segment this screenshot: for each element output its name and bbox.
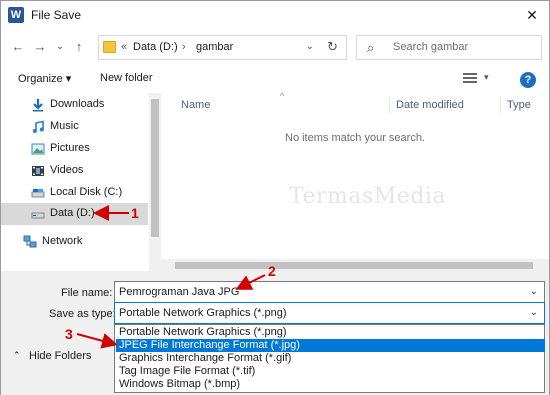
sidebar-item-downloads[interactable]: Downloads <box>1 94 148 116</box>
organize-button[interactable]: Organize ▾ <box>18 72 71 85</box>
videos-icon <box>32 166 44 176</box>
view-dropdown-icon[interactable]: ▾ <box>484 72 489 83</box>
sidebar-item-label: Data (D:) <box>50 207 95 219</box>
sidebar-item-label: Local Disk (C:) <box>50 186 123 198</box>
window-title: File Save <box>31 8 82 22</box>
column-header-type[interactable]: Type <box>507 99 531 111</box>
refresh-icon[interactable]: ↻ <box>327 39 338 55</box>
search-box[interactable]: ⌕ Search gambar <box>356 35 542 60</box>
file-type-option-jpg[interactable]: JPEG File Interchange Format (*.jpg) <box>116 339 545 352</box>
column-divider[interactable] <box>500 97 501 113</box>
word-app-icon: W <box>8 7 24 23</box>
pictures-icon <box>31 143 45 155</box>
address-bar[interactable]: « Data (D:) › gambar ⌄ ↻ <box>98 35 347 60</box>
horizontal-scrollbar[interactable] <box>161 259 549 271</box>
chevron-up-icon: ⌃ <box>13 350 21 360</box>
back-button[interactable]: ← <box>9 37 27 57</box>
file-type-option-tif[interactable]: Tag Image File Format (*.tif) <box>116 365 545 378</box>
watermark: TermasMedia <box>289 184 447 209</box>
local-disk-icon <box>31 189 45 198</box>
sidebar-item-music[interactable]: Music <box>1 116 148 138</box>
search-placeholder: Search gambar <box>393 41 469 53</box>
file-name-value: Pemrograman Java JPG <box>119 286 240 298</box>
file-name-dropdown-icon[interactable]: ⌄ <box>530 286 538 297</box>
network-icon <box>23 235 37 248</box>
save-as-type-label: Save as type: <box>49 308 116 320</box>
file-list: ^ Name Date modified Type No items match… <box>161 91 549 271</box>
forward-button[interactable]: → <box>31 37 49 57</box>
sort-ascending-icon: ^ <box>280 91 285 101</box>
navigation-scrollbar[interactable] <box>149 93 161 271</box>
sidebar-item-label: Pictures <box>50 142 90 154</box>
toolbar: Organize ▾ New folder ▾ ? <box>1 65 549 93</box>
sidebar-item-label: Network <box>42 235 83 247</box>
address-dropdown-icon[interactable]: ⌄ <box>306 41 314 52</box>
save-as-type-dropdown-icon[interactable]: ⌄ <box>530 307 538 318</box>
help-icon[interactable]: ? <box>520 72 536 88</box>
annotation-marker-1: 1 <box>131 205 139 221</box>
sidebar-item-label: Music <box>50 120 79 132</box>
navigation-pane: Downloads Music Pictures Videos Local Di… <box>1 93 161 271</box>
file-save-dialog: W File Save ✕ ← → ⌄ ↑ « Data (D:) › gamb… <box>0 0 550 395</box>
save-as-type-select[interactable]: Portable Network Graphics (*.png) ⌄ <box>114 302 545 324</box>
annotation-marker-3: 3 <box>65 326 73 342</box>
new-folder-button[interactable]: New folder <box>100 72 153 84</box>
file-type-option-png[interactable]: Portable Network Graphics (*.png) <box>116 326 545 339</box>
save-as-type-value: Portable Network Graphics (*.png) <box>119 307 287 319</box>
hide-folders-label: Hide Folders <box>29 350 92 362</box>
address-overflow[interactable]: « <box>121 41 127 53</box>
folder-icon <box>103 41 116 53</box>
sidebar-item-videos[interactable]: Videos <box>1 160 148 182</box>
breadcrumb-gambar[interactable]: gambar <box>196 41 233 53</box>
breadcrumb-separator[interactable]: › <box>182 41 186 53</box>
sidebar-item-label: Downloads <box>50 98 105 110</box>
file-type-option-gif[interactable]: Graphics Interchange Format (*.gif) <box>116 352 545 365</box>
column-header-name[interactable]: Name <box>181 99 210 111</box>
sidebar-item-pictures[interactable]: Pictures <box>1 138 148 160</box>
up-button[interactable]: ↑ <box>70 37 88 57</box>
close-button[interactable]: ✕ <box>521 4 543 26</box>
empty-message: No items match your search. <box>285 132 425 144</box>
search-icon: ⌕ <box>367 40 375 55</box>
navigation-scrollbar-thumb[interactable] <box>151 99 159 237</box>
download-icon <box>33 99 43 112</box>
horizontal-scrollbar-thumb[interactable] <box>175 262 533 269</box>
sidebar-item-local-disk-c[interactable]: Local Disk (C:) <box>1 182 148 204</box>
navigation-row: ← → ⌄ ↑ « Data (D:) › gambar ⌄ ↻ ⌕ Searc… <box>1 31 549 63</box>
file-type-option-bmp[interactable]: Windows Bitmap (*.bmp) <box>116 378 545 391</box>
title-bar: W File Save ✕ <box>1 1 549 29</box>
sidebar-item-data-d[interactable]: Data (D:) <box>1 203 148 225</box>
music-icon <box>32 120 44 133</box>
file-name-field[interactable]: Pemrograman Java JPG ⌄ <box>114 281 545 303</box>
file-name-label: File name: <box>61 287 113 299</box>
recent-locations-button[interactable]: ⌄ <box>51 37 69 57</box>
column-divider[interactable] <box>389 97 390 113</box>
annotation-marker-2: 2 <box>268 263 276 279</box>
breadcrumb-data-drive[interactable]: Data (D:) <box>133 41 178 53</box>
drive-icon <box>31 212 45 219</box>
sidebar-item-network[interactable]: Network <box>1 231 140 253</box>
column-header-date-modified[interactable]: Date modified <box>396 99 464 111</box>
sidebar-item-label: Videos <box>50 164 84 176</box>
file-type-dropdown-list[interactable]: Portable Network Graphics (*.png) JPEG F… <box>114 324 545 393</box>
view-options-icon[interactable] <box>463 73 477 85</box>
